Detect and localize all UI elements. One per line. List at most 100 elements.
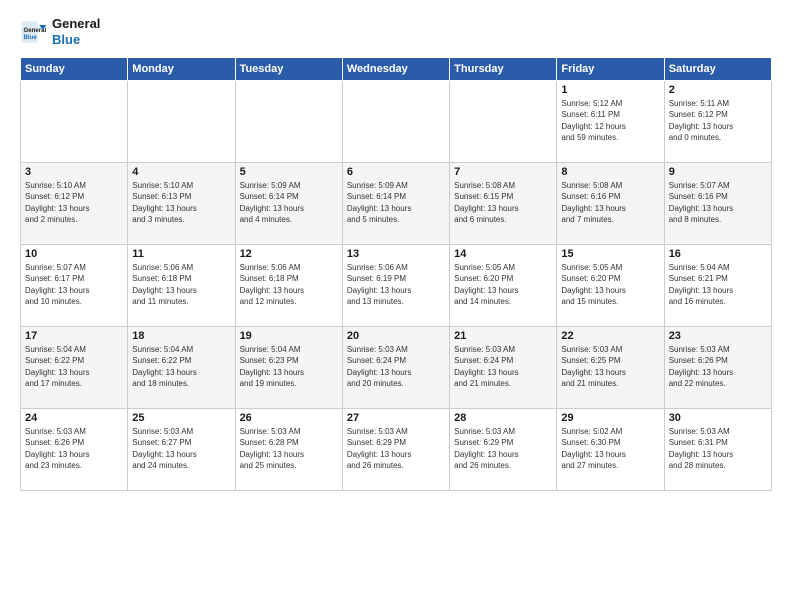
day-cell-11: 11 Sunrise: 5:06 AM Sunset: 6:18 PM Dayli…	[128, 245, 235, 327]
day-number: 10	[25, 248, 123, 260]
week-row-2: 3 Sunrise: 5:10 AM Sunset: 6:12 PM Daylig…	[21, 163, 772, 245]
logo-icon: General Blue	[20, 18, 48, 46]
day-number: 16	[669, 248, 767, 260]
day-cell-25: 25Sunrise: 5:03 AM Sunset: 6:27 PM Dayli…	[128, 409, 235, 491]
header: General Blue General Blue	[20, 16, 772, 47]
day-cell-28: 28Sunrise: 5:03 AM Sunset: 6:29 PM Dayli…	[450, 409, 557, 491]
day-number: 11	[132, 248, 230, 260]
day-info: Sunrise: 5:09 AM Sunset: 6:14 PM Dayligh…	[240, 180, 338, 225]
weekday-header-sunday: Sunday	[21, 58, 128, 81]
day-info: Sunrise: 5:10 AM Sunset: 6:12 PM Dayligh…	[25, 180, 123, 225]
week-row-4: 17Sunrise: 5:04 AM Sunset: 6:22 PM Dayli…	[21, 327, 772, 409]
day-info: Sunrise: 5:03 AM Sunset: 6:25 PM Dayligh…	[561, 344, 659, 389]
day-number: 23	[669, 330, 767, 342]
day-info: Sunrise: 5:11 AM Sunset: 6:12 PM Dayligh…	[669, 98, 767, 143]
day-number: 8	[561, 166, 659, 178]
day-cell-30: 30 Sunrise: 5:03 AM Sunset: 6:31 PM Dayli…	[664, 409, 771, 491]
day-cell-3: 3 Sunrise: 5:10 AM Sunset: 6:12 PM Daylig…	[21, 163, 128, 245]
empty-cell	[235, 81, 342, 163]
weekday-header-saturday: Saturday	[664, 58, 771, 81]
day-cell-15: 15 Sunrise: 5:05 AM Sunset: 6:20 PM Dayli…	[557, 245, 664, 327]
day-info: Sunrise: 5:05 AM Sunset: 6:20 PM Dayligh…	[561, 262, 659, 307]
day-number: 1	[561, 84, 659, 96]
day-number: 22	[561, 330, 659, 342]
day-number: 21	[454, 330, 552, 342]
day-cell-18: 18 Sunrise: 5:04 AM Sunset: 6:22 PM Dayli…	[128, 327, 235, 409]
weekday-header-row: SundayMondayTuesdayWednesdayThursdayFrid…	[21, 58, 772, 81]
day-cell-4: 4 Sunrise: 5:10 AM Sunset: 6:13 PM Daylig…	[128, 163, 235, 245]
day-cell-6: 6 Sunrise: 5:09 AM Sunset: 6:14 PM Daylig…	[342, 163, 449, 245]
day-cell-2: 2 Sunrise: 5:11 AM Sunset: 6:12 PM Daylig…	[664, 81, 771, 163]
day-number: 12	[240, 248, 338, 260]
day-number: 26	[240, 412, 338, 424]
day-number: 18	[132, 330, 230, 342]
day-cell-24: 24 Sunrise: 5:03 AM Sunset: 6:26 PM Dayli…	[21, 409, 128, 491]
day-cell-14: 14Sunrise: 5:05 AM Sunset: 6:20 PM Dayli…	[450, 245, 557, 327]
day-number: 3	[25, 166, 123, 178]
day-info: Sunrise: 5:03 AM Sunset: 6:24 PM Dayligh…	[347, 344, 445, 389]
day-info: Sunrise: 5:12 AM Sunset: 6:11 PM Dayligh…	[561, 98, 659, 143]
day-cell-8: 8 Sunrise: 5:08 AM Sunset: 6:16 PM Daylig…	[557, 163, 664, 245]
day-number: 4	[132, 166, 230, 178]
day-info: Sunrise: 5:04 AM Sunset: 6:22 PM Dayligh…	[132, 344, 230, 389]
day-info: Sunrise: 5:03 AM Sunset: 6:24 PM Dayligh…	[454, 344, 552, 389]
day-number: 19	[240, 330, 338, 342]
day-number: 15	[561, 248, 659, 260]
day-cell-7: 7 Sunrise: 5:08 AM Sunset: 6:15 PM Daylig…	[450, 163, 557, 245]
day-info: Sunrise: 5:05 AM Sunset: 6:20 PM Dayligh…	[454, 262, 552, 307]
logo: General Blue General Blue	[20, 16, 100, 47]
day-info: Sunrise: 5:04 AM Sunset: 6:22 PM Dayligh…	[25, 344, 123, 389]
day-number: 20	[347, 330, 445, 342]
calendar-page: General Blue General Blue SundayMondayTu…	[0, 0, 792, 612]
day-info: Sunrise: 5:10 AM Sunset: 6:13 PM Dayligh…	[132, 180, 230, 225]
day-info: Sunrise: 5:07 AM Sunset: 6:17 PM Dayligh…	[25, 262, 123, 307]
day-number: 24	[25, 412, 123, 424]
day-info: Sunrise: 5:06 AM Sunset: 6:18 PM Dayligh…	[132, 262, 230, 307]
day-info: Sunrise: 5:03 AM Sunset: 6:29 PM Dayligh…	[347, 426, 445, 471]
day-number: 2	[669, 84, 767, 96]
day-cell-12: 12 Sunrise: 5:06 AM Sunset: 6:18 PM Dayli…	[235, 245, 342, 327]
logo-text: General Blue	[52, 16, 100, 47]
calendar-table: SundayMondayTuesdayWednesdayThursdayFrid…	[20, 57, 772, 491]
day-cell-17: 17Sunrise: 5:04 AM Sunset: 6:22 PM Dayli…	[21, 327, 128, 409]
day-number: 28	[454, 412, 552, 424]
weekday-header-wednesday: Wednesday	[342, 58, 449, 81]
weekday-header-friday: Friday	[557, 58, 664, 81]
day-cell-27: 27 Sunrise: 5:03 AM Sunset: 6:29 PM Dayli…	[342, 409, 449, 491]
empty-cell	[21, 81, 128, 163]
day-cell-16: 16 Sunrise: 5:04 AM Sunset: 6:21 PM Dayli…	[664, 245, 771, 327]
svg-text:Blue: Blue	[24, 34, 38, 41]
day-cell-23: 23 Sunrise: 5:03 AM Sunset: 6:26 PM Dayli…	[664, 327, 771, 409]
week-row-3: 10 Sunrise: 5:07 AM Sunset: 6:17 PM Dayli…	[21, 245, 772, 327]
day-number: 13	[347, 248, 445, 260]
day-number: 30	[669, 412, 767, 424]
day-cell-22: 22 Sunrise: 5:03 AM Sunset: 6:25 PM Dayli…	[557, 327, 664, 409]
day-number: 29	[561, 412, 659, 424]
empty-cell	[342, 81, 449, 163]
day-number: 25	[132, 412, 230, 424]
day-cell-26: 26 Sunrise: 5:03 AM Sunset: 6:28 PM Dayli…	[235, 409, 342, 491]
day-number: 9	[669, 166, 767, 178]
day-info: Sunrise: 5:04 AM Sunset: 6:23 PM Dayligh…	[240, 344, 338, 389]
day-number: 7	[454, 166, 552, 178]
day-cell-29: 29 Sunrise: 5:02 AM Sunset: 6:30 PM Dayli…	[557, 409, 664, 491]
day-info: Sunrise: 5:03 AM Sunset: 6:26 PM Dayligh…	[25, 426, 123, 471]
day-cell-10: 10 Sunrise: 5:07 AM Sunset: 6:17 PM Dayli…	[21, 245, 128, 327]
day-cell-1: 1 Sunrise: 5:12 AM Sunset: 6:11 PM Daylig…	[557, 81, 664, 163]
day-cell-9: 9Sunrise: 5:07 AM Sunset: 6:16 PM Daylig…	[664, 163, 771, 245]
weekday-header-thursday: Thursday	[450, 58, 557, 81]
day-info: Sunrise: 5:08 AM Sunset: 6:15 PM Dayligh…	[454, 180, 552, 225]
empty-cell	[450, 81, 557, 163]
day-info: Sunrise: 5:03 AM Sunset: 6:31 PM Dayligh…	[669, 426, 767, 471]
day-number: 6	[347, 166, 445, 178]
day-info: Sunrise: 5:04 AM Sunset: 6:21 PM Dayligh…	[669, 262, 767, 307]
day-info: Sunrise: 5:02 AM Sunset: 6:30 PM Dayligh…	[561, 426, 659, 471]
day-info: Sunrise: 5:09 AM Sunset: 6:14 PM Dayligh…	[347, 180, 445, 225]
day-info: Sunrise: 5:03 AM Sunset: 6:26 PM Dayligh…	[669, 344, 767, 389]
day-info: Sunrise: 5:08 AM Sunset: 6:16 PM Dayligh…	[561, 180, 659, 225]
day-info: Sunrise: 5:03 AM Sunset: 6:28 PM Dayligh…	[240, 426, 338, 471]
day-cell-19: 19 Sunrise: 5:04 AM Sunset: 6:23 PM Dayli…	[235, 327, 342, 409]
weekday-header-monday: Monday	[128, 58, 235, 81]
day-number: 27	[347, 412, 445, 424]
day-info: Sunrise: 5:06 AM Sunset: 6:18 PM Dayligh…	[240, 262, 338, 307]
